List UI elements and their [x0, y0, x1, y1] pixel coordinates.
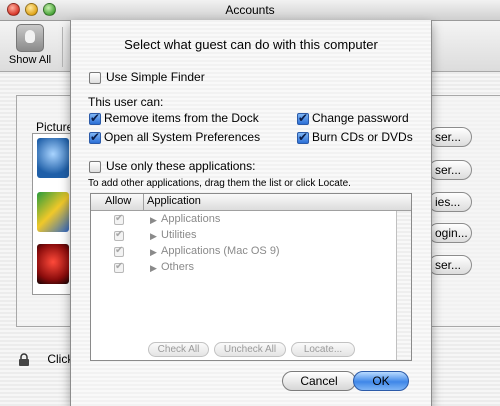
check-all-button[interactable]: Check All: [148, 342, 209, 357]
cancel-button[interactable]: Cancel: [282, 371, 356, 391]
use-simple-finder-label: Use Simple Finder: [106, 70, 205, 84]
allow-checkbox: [114, 213, 124, 225]
table-header: Allow Application: [91, 194, 411, 211]
table-row[interactable]: ▶ Utilities: [91, 228, 396, 244]
locate-button[interactable]: Locate...: [291, 342, 355, 357]
uncheck-all-button[interactable]: Uncheck All: [214, 342, 286, 357]
user-picture-rose[interactable]: [37, 244, 69, 284]
guest-permissions-sheet: Select what guest can do with this compu…: [70, 20, 432, 406]
use-only-apps-label: Use only these applications:: [106, 159, 256, 173]
column-header-allow[interactable]: Allow: [105, 195, 131, 207]
table-row[interactable]: ▶ Applications (Mac OS 9): [91, 244, 396, 260]
disclosure-triangle-icon: ▶: [150, 263, 157, 273]
user-action-button-3[interactable]: ies...: [428, 192, 472, 212]
apple-icon: [16, 24, 44, 52]
change-password-checkbox[interactable]: [297, 111, 309, 125]
remove-dock-items-checkbox[interactable]: [89, 111, 101, 125]
show-all-button[interactable]: Show All: [8, 24, 52, 66]
applications-table[interactable]: Allow Application ▶ Applications ▶ Utili…: [90, 193, 412, 361]
allow-checkbox: [114, 245, 124, 257]
title-bar: Accounts: [0, 0, 500, 21]
table-row[interactable]: ▶ Applications: [91, 212, 396, 228]
use-simple-finder-checkbox[interactable]: [89, 72, 101, 84]
burn-discs-label: Burn CDs or DVDs: [312, 130, 413, 144]
disclosure-triangle-icon: ▶: [150, 215, 157, 225]
application-name: Utilities: [161, 229, 197, 241]
toolbar-divider: [62, 27, 63, 67]
disclosure-triangle-icon: ▶: [150, 231, 157, 241]
disclosure-triangle-icon: ▶: [150, 247, 157, 257]
user-action-button-1[interactable]: ser...: [428, 127, 472, 147]
table-row[interactable]: ▶ Others: [91, 260, 396, 276]
application-name: Others: [161, 261, 195, 273]
this-user-can-label: This user can:: [88, 95, 164, 109]
user-picture-silhouette[interactable]: [37, 138, 69, 178]
user-action-button-2[interactable]: ser...: [428, 160, 472, 180]
application-name: Applications: [161, 213, 221, 225]
pictures-column-header: Picture: [36, 120, 74, 134]
burn-discs-checkbox[interactable]: [297, 130, 309, 144]
show-all-label: Show All: [8, 54, 52, 66]
table-scrollbar[interactable]: [396, 211, 411, 360]
allow-checkbox: [114, 229, 124, 241]
locate-hint-text: To add other applications, drag them the…: [88, 178, 351, 189]
lock-row: Click: [18, 352, 73, 367]
user-picture-list[interactable]: [32, 133, 74, 295]
user-picture-parrot[interactable]: [37, 192, 69, 232]
open-system-preferences-checkbox[interactable]: [89, 130, 101, 144]
ok-button[interactable]: OK: [353, 371, 409, 391]
column-header-application[interactable]: Application: [147, 195, 201, 207]
lock-icon[interactable]: [18, 353, 30, 367]
use-only-apps-checkbox[interactable]: [89, 161, 101, 173]
column-divider: [143, 194, 144, 210]
user-action-button-4[interactable]: ogin...: [428, 223, 472, 243]
remove-dock-items-label: Remove items from the Dock: [104, 111, 259, 125]
allow-checkbox: [114, 261, 124, 273]
change-password-label: Change password: [312, 111, 409, 125]
application-name: Applications (Mac OS 9): [161, 245, 280, 257]
sheet-title: Select what guest can do with this compu…: [124, 37, 378, 52]
window-title: Accounts: [225, 3, 275, 17]
user-action-button-5[interactable]: ser...: [428, 255, 472, 275]
open-system-preferences-label: Open all System Preferences: [104, 130, 261, 144]
